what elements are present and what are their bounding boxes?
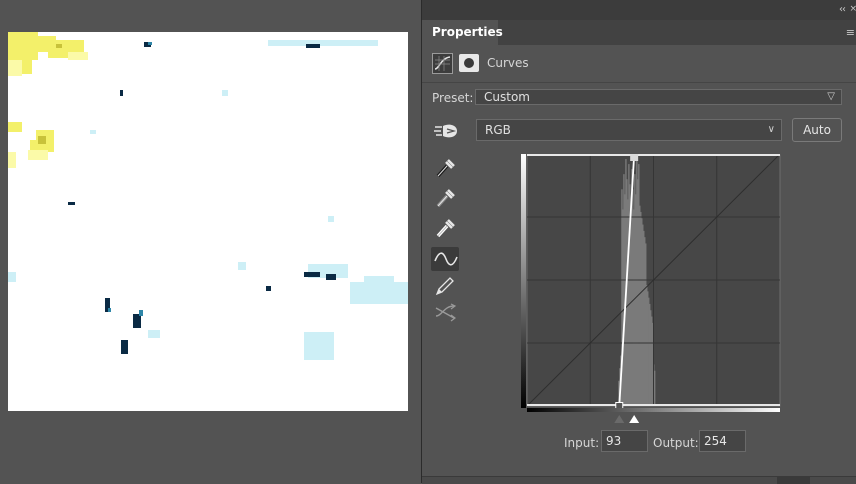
pencil-tool[interactable]: [431, 274, 459, 298]
white-eyedropper-icon: [436, 219, 455, 238]
channel-value: RGB: [485, 123, 511, 137]
pencil-icon: [435, 277, 454, 296]
curves-graph[interactable]: [521, 154, 781, 424]
preset-value: Custom: [484, 90, 530, 104]
black-eyedropper-icon: [436, 159, 455, 178]
panel-menu-icon[interactable]: ≡: [846, 26, 855, 39]
smooth-icon: [435, 303, 457, 322]
input-value: 93: [606, 434, 622, 448]
input-label: Input:: [564, 436, 600, 450]
tab-properties[interactable]: Properties: [422, 20, 503, 45]
chevron-down-icon: ▽: [827, 91, 835, 102]
output-label: Output:: [653, 436, 699, 450]
curve-point-white[interactable]: [630, 154, 639, 161]
input-gradient-bar: [527, 408, 780, 412]
gray-eyedropper-icon: [436, 189, 455, 208]
channel-select[interactable]: RGB ∨: [476, 119, 782, 141]
smooth-tool[interactable]: [431, 300, 459, 324]
output-field[interactable]: 254: [699, 430, 746, 452]
adjustment-header: Curves: [422, 45, 856, 83]
histogram-bar: [653, 370, 656, 406]
preset-label: Preset:: [432, 91, 474, 105]
black-point-slider[interactable]: [614, 415, 625, 423]
adjustment-title: Curves: [487, 56, 529, 70]
input-field[interactable]: 93: [601, 430, 648, 452]
collapse-icon[interactable]: ‹‹: [839, 4, 846, 15]
layer-mask-icon[interactable]: [459, 54, 479, 72]
target-adjust-icon[interactable]: [433, 121, 459, 141]
output-gradient-bar: [521, 154, 526, 408]
auto-button[interactable]: Auto: [792, 118, 842, 142]
black-eyedropper-tool[interactable]: [431, 156, 459, 180]
output-value: 254: [704, 434, 727, 448]
document-image[interactable]: [8, 32, 408, 411]
chevron-down-icon: ∨: [767, 124, 775, 135]
curves-adjustment-icon[interactable]: [432, 53, 453, 74]
curve-edit-icon: [434, 252, 458, 266]
panel-top-strip: ‹‹ ×: [422, 0, 856, 20]
panel-close-icon[interactable]: ×: [849, 4, 856, 14]
white-point-slider[interactable]: [629, 415, 640, 423]
properties-panel: ‹‹ × Properties ≡ Curves Preset: Custom …: [421, 0, 856, 484]
document-image-content: [8, 32, 408, 411]
curve-edit-tool[interactable]: [431, 247, 459, 271]
canvas-area[interactable]: [0, 0, 421, 483]
panel-tabbar: Properties ≡: [422, 20, 856, 45]
white-eyedropper-tool[interactable]: [431, 216, 459, 240]
gray-eyedropper-tool[interactable]: [431, 186, 459, 210]
preset-select[interactable]: Custom ▽: [475, 89, 842, 105]
